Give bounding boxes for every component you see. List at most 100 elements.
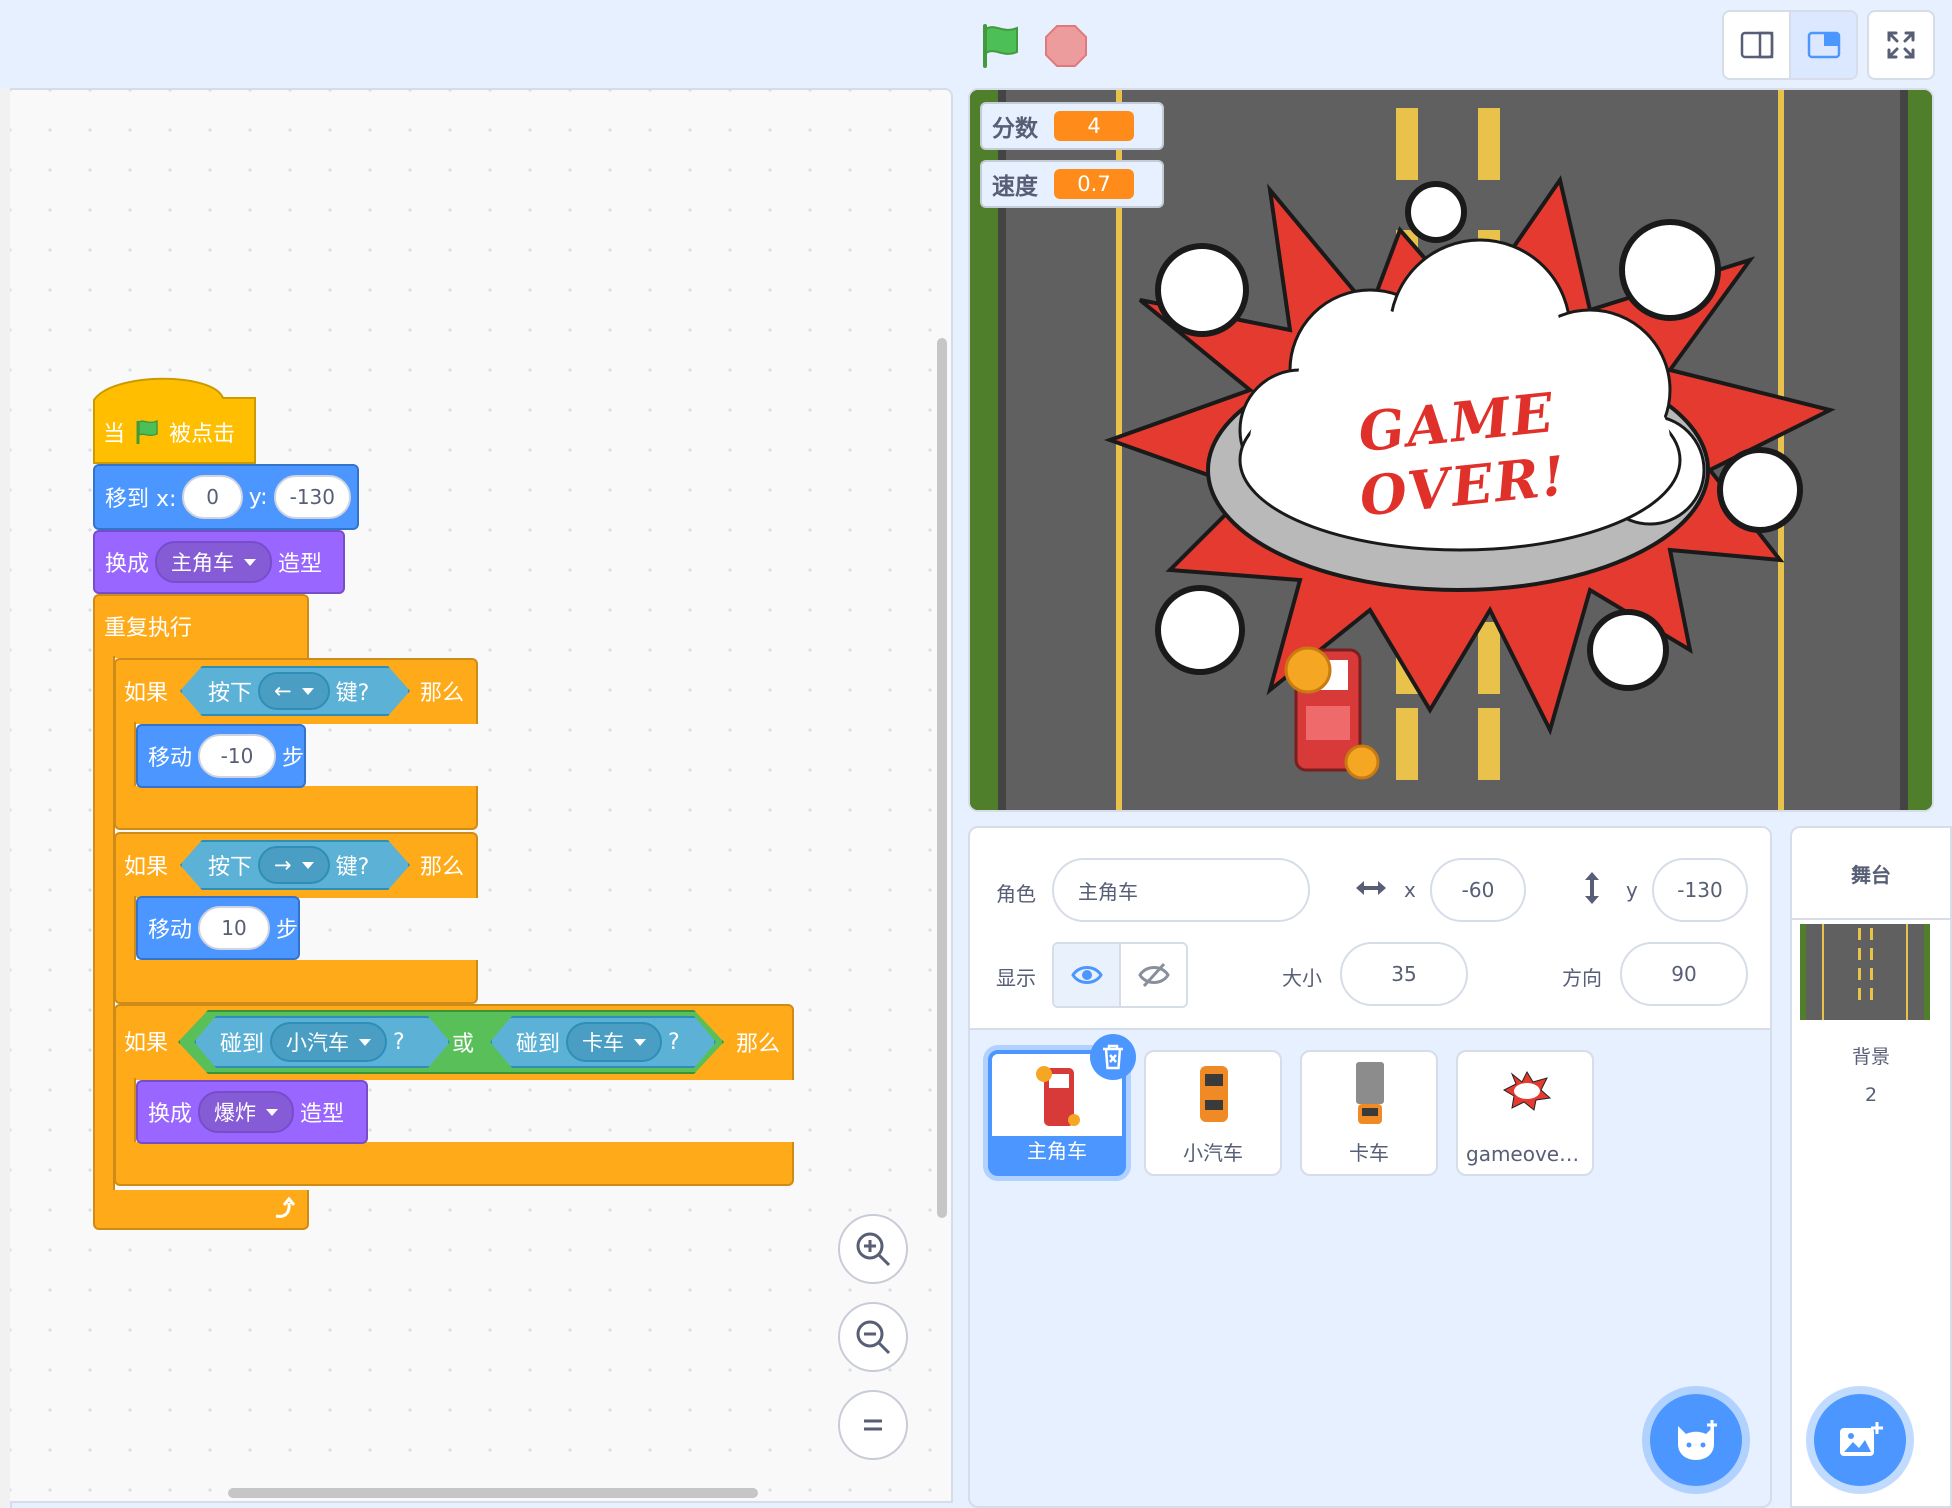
normal-stage-icon[interactable] — [1789, 12, 1856, 78]
sprite-tile-gameover[interactable]: gameover… — [1456, 1050, 1594, 1176]
move-suffix: 步 — [281, 746, 304, 771]
forever-arm — [93, 656, 115, 1192]
goto-x-input[interactable]: 0 — [182, 475, 243, 519]
eye-icon[interactable] — [1054, 944, 1119, 1006]
move-label: 移动 — [148, 746, 193, 771]
stage-target-pane[interactable]: 舞台 背景 2 — [1790, 826, 1952, 1508]
speed-monitor[interactable]: 速度 0.7 — [980, 160, 1164, 208]
sprite-tile-name: 主角车 — [1027, 1139, 1087, 1163]
sprite-name-label: 角色 — [996, 882, 1036, 906]
touching-condition-1[interactable]: 碰到 小汽车 ? — [194, 1016, 450, 1068]
touching-condition-2[interactable]: 碰到 卡车 ? — [490, 1016, 716, 1068]
y-input[interactable]: -130 — [1652, 858, 1748, 922]
stage-canvas[interactable]: GAME OVER! 分数 4 速度 0.7 — [968, 88, 1934, 812]
x-input[interactable]: -60 — [1430, 858, 1526, 922]
score-monitor-label: 分数 — [992, 116, 1038, 142]
add-backdrop-icon[interactable] — [1814, 1394, 1906, 1486]
switch-costume-suffix: 造型 — [278, 552, 323, 577]
if-block-2-bottom — [114, 960, 478, 1004]
show-label: 显示 — [996, 966, 1036, 990]
zoom-out-icon[interactable] — [838, 1302, 908, 1372]
key-pressed-label: 按下 — [208, 855, 253, 880]
stop-icon[interactable] — [1040, 20, 1092, 72]
goto-y-input[interactable]: -130 — [273, 475, 351, 519]
key-suffix: 键? — [335, 681, 370, 706]
chevron-down-icon — [302, 862, 314, 869]
key-dropdown-value: ← — [274, 679, 292, 703]
move-suffix: 步 — [275, 918, 298, 943]
move-steps-block-2[interactable]: 移动 10 步 — [136, 896, 300, 960]
touching-target-dropdown[interactable]: 卡车 — [566, 1022, 662, 1062]
key-pressed-condition-2[interactable]: 按下 → 键? — [180, 840, 410, 890]
key-pressed-condition-1[interactable]: 按下 ← 键? — [180, 666, 410, 716]
backdrop-thumbnail — [1800, 924, 1930, 1020]
zoom-in-icon[interactable] — [838, 1214, 908, 1284]
costume-dropdown[interactable]: 主角车 — [155, 541, 273, 583]
move-steps-input[interactable]: -10 — [198, 734, 276, 778]
code-horizontal-scrollbar[interactable] — [228, 1488, 758, 1498]
size-input[interactable]: 35 — [1340, 942, 1468, 1006]
key-dropdown[interactable]: → — [258, 846, 330, 884]
chevron-down-icon — [266, 1108, 279, 1116]
move-steps-block-1[interactable]: 移动 -10 步 — [136, 724, 306, 788]
add-sprite-cat-icon[interactable] — [1650, 1394, 1742, 1486]
small-car-thumbnail — [1200, 1066, 1228, 1122]
switch-costume-block-2[interactable]: 换成 爆炸 造型 — [136, 1080, 368, 1144]
if-block-3-bottom — [114, 1142, 794, 1186]
hat-clicked-label: 被点击 — [169, 422, 236, 447]
sprite-tile-truck[interactable]: 卡车 — [1300, 1050, 1438, 1176]
y-arrows-icon — [1580, 870, 1604, 910]
visibility-toggle — [1052, 942, 1188, 1008]
sprite-tile-name: gameover… — [1466, 1142, 1588, 1166]
if-label: 如果 — [124, 855, 169, 880]
player-car-thumbnail — [1036, 1066, 1080, 1126]
switch-costume-label: 换成 — [148, 1102, 193, 1127]
truck-thumbnail — [1356, 1062, 1384, 1124]
touching-target-dropdown[interactable]: 小汽车 — [270, 1022, 387, 1062]
key-dropdown[interactable]: ← — [258, 672, 330, 710]
if-block-1-arm — [114, 722, 136, 788]
then-label: 那么 — [420, 855, 465, 880]
green-flag-icon — [133, 418, 161, 446]
gameover-thumbnail — [1502, 1070, 1552, 1111]
chevron-down-icon — [302, 688, 314, 695]
switch-costume-block[interactable]: 换成 主角车 造型 — [93, 530, 345, 594]
fullscreen-icon[interactable] — [1867, 10, 1935, 80]
chevron-down-icon — [359, 1039, 371, 1046]
size-label: 大小 — [1282, 966, 1322, 990]
loop-arrow-icon — [272, 1196, 298, 1226]
goto-y-label: y: — [248, 484, 268, 510]
goto-xy-block[interactable]: 移到 x: 0 y: -130 — [93, 464, 359, 530]
sprite-tile-small-car[interactable]: 小汽车 — [1144, 1050, 1282, 1176]
backdrops-count: 2 — [1864, 1084, 1878, 1106]
eye-hidden-icon[interactable] — [1119, 944, 1186, 1006]
sprite-tile-name: 小汽车 — [1183, 1141, 1243, 1165]
direction-input[interactable]: 90 — [1620, 942, 1748, 1006]
small-stage-icon[interactable] — [1724, 12, 1789, 78]
if-block-3-arm — [114, 1078, 136, 1144]
hat-when-label: 当 — [103, 422, 126, 447]
green-flag-icon[interactable] — [975, 20, 1027, 72]
zoom-reset-icon[interactable] — [838, 1390, 908, 1460]
touching-label: 碰到 — [220, 1032, 265, 1057]
question-mark: ? — [668, 1029, 680, 1055]
forever-label: 重复执行 — [104, 616, 193, 641]
score-monitor-value: 4 — [1054, 111, 1134, 141]
code-vertical-scrollbar[interactable] — [937, 338, 947, 1218]
question-mark: ? — [393, 1029, 405, 1055]
backdrops-label: 背景 — [1851, 1046, 1890, 1068]
costume-dropdown[interactable]: 爆炸 — [198, 1091, 295, 1133]
when-flag-clicked-block[interactable]: 当 被点击 — [93, 372, 257, 464]
costume-dropdown-value: 主角车 — [171, 551, 235, 575]
delete-sprite-icon[interactable] — [1090, 1034, 1136, 1080]
move-steps-input[interactable]: 10 — [198, 906, 270, 950]
chevron-down-icon — [634, 1039, 646, 1046]
touching-target-value: 小汽车 — [286, 1031, 350, 1055]
sprite-name-input[interactable]: 主角车 — [1052, 858, 1310, 922]
switch-costume-suffix: 造型 — [300, 1102, 345, 1127]
goto-label: 移到 x: — [105, 487, 177, 512]
score-monitor[interactable]: 分数 4 — [980, 102, 1164, 150]
or-label: 或 — [452, 1032, 475, 1057]
sprite-tile-name: 卡车 — [1349, 1141, 1389, 1165]
then-label: 那么 — [420, 681, 465, 706]
